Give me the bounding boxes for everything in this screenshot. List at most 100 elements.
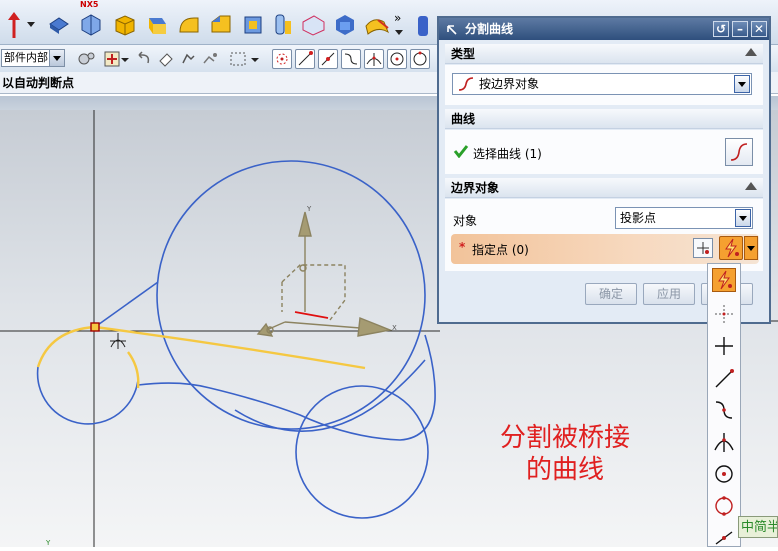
annotation-text: 分割被桥接 的曲线	[500, 422, 630, 486]
snap-center-icon[interactable]	[387, 49, 407, 69]
select-curve-button[interactable]	[725, 138, 753, 166]
snap-midpoint-icon[interactable]	[318, 49, 338, 69]
trim-body-icon[interactable]	[300, 12, 326, 36]
endpoint-icon	[715, 369, 734, 388]
object-label: 对象	[453, 214, 478, 228]
snap-curve-icon[interactable]	[341, 49, 361, 69]
undo-icon[interactable]	[134, 49, 154, 69]
annotation-line-1: 分割被桥接	[500, 423, 631, 453]
toolbar-edge-icon	[418, 16, 428, 36]
collapse-icon[interactable]	[745, 182, 757, 190]
chevron-down-icon	[747, 246, 755, 251]
section-curve-header[interactable]: 曲线	[445, 109, 763, 129]
chamfer-icon[interactable]	[208, 12, 234, 36]
menu-inferred-point[interactable]	[712, 268, 736, 292]
section-boundary-header[interactable]: 边界对象	[445, 178, 763, 198]
datum-csys	[256, 211, 393, 337]
tube-icon[interactable]	[270, 12, 296, 36]
select-hand-icon[interactable]	[178, 49, 198, 69]
close-icon[interactable]: ✕	[751, 21, 767, 37]
shell-icon[interactable]	[240, 12, 266, 36]
snap-line-icon[interactable]	[295, 49, 315, 69]
snap-quadrant-icon[interactable]	[410, 49, 430, 69]
ime-status-badge[interactable]: 中简半	[738, 516, 778, 538]
bridge-curve-left	[36, 325, 96, 368]
point-constructor-icon	[697, 242, 709, 254]
filter-gears-icon[interactable]	[76, 49, 96, 69]
menu-arc-center[interactable]	[712, 462, 736, 486]
specify-point-label: 指定点 (0)	[472, 243, 529, 257]
check-icon	[453, 144, 469, 161]
outer-blend-curve	[137, 334, 436, 441]
chevron-down-icon[interactable]	[49, 50, 64, 66]
select-curve-label[interactable]: 选择曲线 (1)	[473, 145, 542, 162]
menu-existing-point[interactable]	[712, 334, 736, 358]
toolbar-overflow-icon[interactable]: »	[392, 10, 406, 35]
part-filter-combo[interactable]: 部件内部	[1, 49, 65, 67]
menu-point-on-curve[interactable]	[712, 524, 736, 548]
block-icon[interactable]	[112, 12, 138, 36]
large-circle	[156, 160, 426, 430]
point-type-dropdown[interactable]	[744, 236, 758, 260]
snap-endpoint-icon[interactable]	[272, 49, 292, 69]
section-type-header[interactable]: 类型	[445, 44, 763, 64]
section-curve-label: 曲线	[451, 112, 476, 126]
arc-center-icon	[715, 465, 733, 483]
bridge-endpoint-marker	[90, 322, 100, 332]
collapse-icon[interactable]	[745, 48, 757, 56]
chevron-down-icon[interactable]	[120, 49, 130, 69]
section-type-body: 按边界对象	[445, 65, 763, 105]
chevron-down-icon[interactable]	[250, 49, 260, 69]
plus-point-icon	[715, 337, 733, 355]
dialog-titlebar[interactable]: 分割曲线 ↺ – ✕	[439, 18, 769, 40]
minimize-icon[interactable]: –	[732, 21, 748, 37]
menu-angle-on-arc[interactable]	[712, 494, 736, 518]
edge-blend-icon[interactable]	[176, 12, 202, 36]
nx-badge: NX5	[80, 0, 99, 9]
type-select[interactable]: 按边界对象	[452, 73, 752, 95]
menu-cursor-location[interactable]	[712, 302, 736, 326]
ok-button[interactable]: 确定	[585, 283, 637, 305]
menu-control-point[interactable]	[712, 398, 736, 422]
snap-toggle-icon[interactable]	[102, 49, 122, 69]
dropdown-arrow-icon[interactable]	[24, 14, 38, 38]
revolve-icon[interactable]	[78, 12, 104, 36]
annotation-line-2: 的曲线	[526, 455, 605, 485]
chevron-down-icon[interactable]	[734, 75, 750, 93]
required-asterisk: *	[459, 240, 466, 254]
specify-point-row[interactable]: * 指定点 (0)	[451, 234, 759, 264]
svg-text:»: »	[394, 11, 401, 25]
point-on-curve-icon	[715, 531, 733, 545]
control-point-icon	[715, 401, 733, 419]
rectangle-select-icon[interactable]	[228, 49, 248, 69]
section-curve-body: 选择曲线 (1)	[445, 130, 763, 174]
point-dialog-button[interactable]	[693, 238, 713, 258]
snap-intersection-icon[interactable]	[364, 49, 384, 69]
unite-icon[interactable]	[332, 12, 358, 36]
chevron-down-icon[interactable]	[735, 209, 751, 227]
section-type-label: 类型	[451, 47, 476, 61]
flash-point-icon	[718, 270, 732, 290]
cursor-crosshair	[110, 333, 126, 349]
menu-end-point[interactable]	[712, 366, 736, 390]
surface-icon[interactable]	[364, 12, 390, 36]
inferred-point-button[interactable]	[719, 236, 743, 260]
y-axis-tick-label: Y	[306, 205, 312, 213]
type-select-value: 按边界对象	[479, 77, 540, 91]
flash-point-icon	[725, 238, 739, 258]
cylinder-icon[interactable]	[144, 12, 170, 36]
curve-icon	[730, 143, 748, 161]
point-type-menu	[707, 263, 741, 547]
x-axis-tick-label: X	[392, 324, 397, 332]
bridge-curve-right	[127, 351, 140, 389]
object-select[interactable]: 投影点	[615, 207, 753, 229]
cursor-location-icon	[715, 305, 733, 323]
section-boundary-label: 边界对象	[451, 181, 500, 195]
bridge-curve-main	[94, 325, 366, 370]
extrude-icon[interactable]	[46, 12, 72, 36]
eraser-icon[interactable]	[156, 49, 176, 69]
menu-intersection-point[interactable]	[712, 430, 736, 454]
apply-button[interactable]: 应用	[643, 283, 695, 305]
select-all-icon[interactable]	[200, 49, 220, 69]
reset-icon[interactable]: ↺	[713, 21, 729, 37]
